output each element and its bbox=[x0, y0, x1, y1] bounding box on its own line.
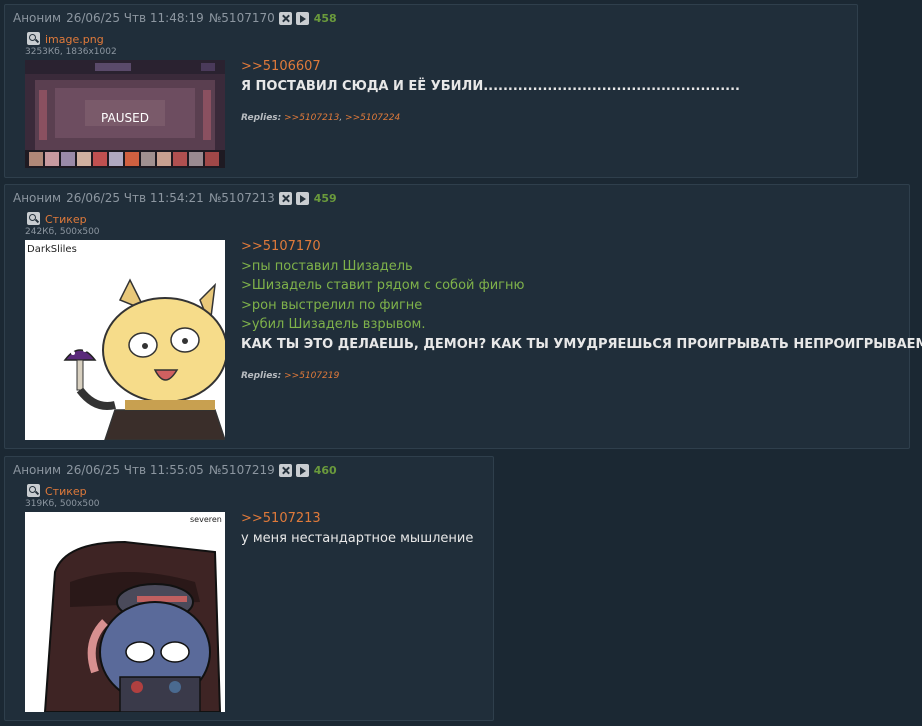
post-number: 458 bbox=[313, 11, 337, 25]
file-link[interactable]: Стикер bbox=[45, 213, 87, 226]
reply-backlink[interactable]: >>5107213 bbox=[284, 113, 339, 123]
file-info: Стикер bbox=[27, 212, 87, 226]
play-icon[interactable] bbox=[295, 191, 309, 205]
file-info: Стикер bbox=[27, 484, 87, 498]
play-icon[interactable] bbox=[295, 463, 309, 477]
file-meta: 319Кб, 500x500 bbox=[25, 499, 100, 509]
replies-label: Replies: bbox=[241, 113, 282, 123]
post-5107213: Аноним 26/06/25 Чтв 11:54:21 №5107213 45… bbox=[4, 184, 922, 449]
message-text: Я ПОСТАВИЛ СЮДА И ЕЁ УБИЛИ..............… bbox=[241, 78, 740, 94]
post-datetime: 26/06/25 Чтв 11:55:05 bbox=[66, 463, 204, 477]
message-text: КАК ТЫ ЭТО ДЕЛАЕШЬ, ДЕМОН? КАК ТЫ УМУДРЯ… bbox=[241, 336, 922, 352]
reply-link[interactable]: >>5107170 bbox=[241, 237, 922, 257]
post-image-thumb[interactable]: PAUSED bbox=[25, 60, 225, 168]
post-message: >>5107213 у меня нестандартное мышление bbox=[241, 509, 473, 548]
post-number: 460 bbox=[313, 463, 337, 477]
post-id-link[interactable]: №5107219 bbox=[209, 463, 275, 477]
post-datetime: 26/06/25 Чтв 11:54:21 bbox=[66, 191, 204, 205]
game-screenshot-image: PAUSED bbox=[25, 60, 225, 168]
reply-link[interactable]: >>5106607 bbox=[241, 57, 740, 77]
greentext-line: >Шизадель ставит рядом с собой фигню bbox=[241, 278, 525, 294]
post-details: Аноним 26/06/25 Чтв 11:54:21 №5107213 45… bbox=[13, 191, 337, 205]
post-id-link[interactable]: №5107213 bbox=[209, 191, 275, 205]
reply-backlink[interactable]: >>5107219 bbox=[284, 371, 339, 381]
paused-label: PAUSED bbox=[101, 111, 149, 125]
post-replies: Replies: >>5107213, >>5107224 bbox=[241, 113, 401, 123]
magnifier-icon[interactable] bbox=[27, 32, 40, 45]
sticker-image: severen bbox=[25, 512, 225, 712]
post-message: >>5107170 >пы поставил Шизадель >Шизадел… bbox=[241, 237, 922, 355]
greentext-line: >пы поставил Шизадель bbox=[241, 258, 413, 274]
hide-icon[interactable] bbox=[278, 463, 292, 477]
post-number: 459 bbox=[313, 191, 337, 205]
post-image-thumb[interactable]: DarkSliles bbox=[25, 240, 225, 440]
file-meta: 242Кб, 500x500 bbox=[25, 227, 100, 237]
post-datetime: 26/06/25 Чтв 11:48:19 bbox=[66, 11, 204, 25]
file-link[interactable]: Стикер bbox=[45, 485, 87, 498]
post-author: Аноним bbox=[13, 463, 62, 477]
greentext-line: >рон выстрелил по фигне bbox=[241, 297, 423, 313]
greentext-line: >убил Шизадель взрывом. bbox=[241, 317, 426, 333]
magnifier-icon[interactable] bbox=[27, 212, 40, 225]
reply-backlink[interactable]: >>5107224 bbox=[345, 113, 400, 123]
magnifier-icon[interactable] bbox=[27, 484, 40, 497]
post-id-link[interactable]: №5107170 bbox=[209, 11, 275, 25]
reply-link[interactable]: >>5107213 bbox=[241, 509, 473, 529]
hide-icon[interactable] bbox=[278, 11, 292, 25]
hide-icon[interactable] bbox=[278, 191, 292, 205]
play-icon[interactable] bbox=[295, 11, 309, 25]
post-replies: Replies: >>5107219 bbox=[241, 371, 339, 381]
post-image-thumb[interactable]: severen bbox=[25, 512, 225, 712]
post-5107170: Аноним 26/06/25 Чтв 11:48:19 №5107170 45… bbox=[4, 4, 858, 178]
sticker-image: DarkSliles bbox=[25, 240, 225, 440]
replies-label: Replies: bbox=[241, 371, 282, 381]
post-5107219: Аноним 26/06/25 Чтв 11:55:05 №5107219 46… bbox=[4, 456, 494, 721]
sticker-signature: DarkSliles bbox=[27, 244, 77, 255]
post-details: Аноним 26/06/25 Чтв 11:55:05 №5107219 46… bbox=[13, 463, 337, 477]
sticker-signature: severen bbox=[190, 515, 222, 524]
file-link[interactable]: image.png bbox=[45, 33, 104, 46]
post-details: Аноним 26/06/25 Чтв 11:48:19 №5107170 45… bbox=[13, 11, 337, 25]
message-text: у меня нестандартное мышление bbox=[241, 530, 474, 546]
file-info: image.png bbox=[27, 32, 104, 46]
post-message: >>5106607 Я ПОСТАВИЛ СЮДА И ЕЁ УБИЛИ....… bbox=[241, 57, 740, 96]
file-meta: 3253Кб, 1836x1002 bbox=[25, 47, 117, 57]
post-author: Аноним bbox=[13, 11, 62, 25]
post-author: Аноним bbox=[13, 191, 62, 205]
